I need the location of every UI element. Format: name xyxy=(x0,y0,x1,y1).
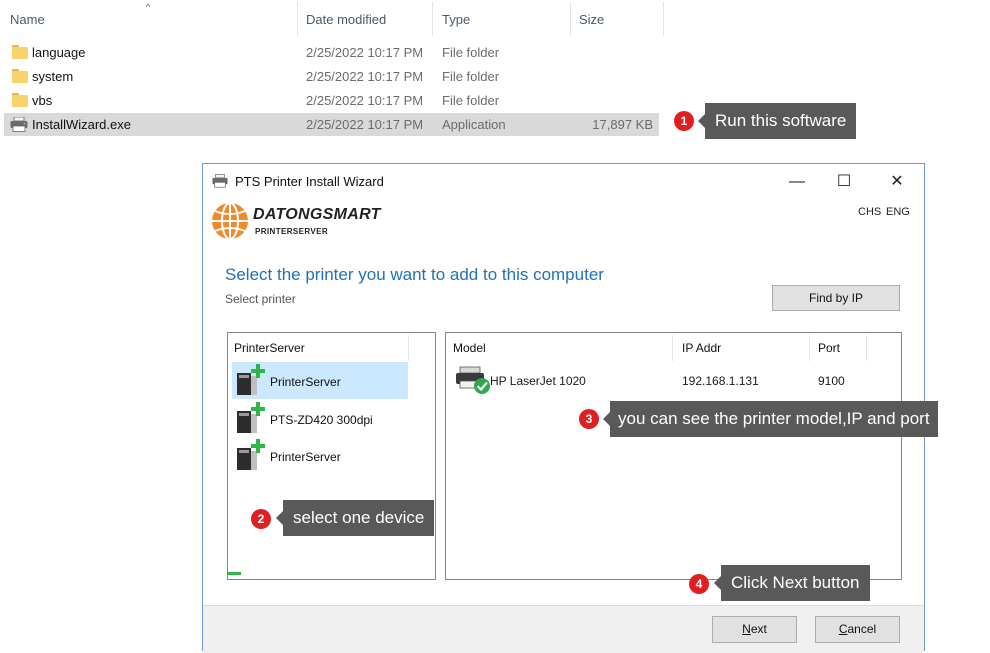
column-type-header[interactable]: Type xyxy=(442,12,470,27)
device-label: PrinterServer xyxy=(270,450,341,464)
close-button[interactable]: ✕ xyxy=(874,168,920,196)
column-divider[interactable] xyxy=(432,2,433,36)
wizard-footer: Next Cancel xyxy=(203,605,924,653)
device-item[interactable]: PrinterServer xyxy=(232,362,408,399)
title-bar[interactable]: PTS Printer Install Wizard — ☐ ✕ xyxy=(203,164,924,198)
file-row[interactable]: language 2/25/2022 10:17 PM File folder xyxy=(4,41,659,64)
column-name-header[interactable]: Name xyxy=(10,12,45,27)
printer-port: 9100 xyxy=(818,374,845,388)
window-title: PTS Printer Install Wizard xyxy=(235,174,384,189)
callout-click-next: Click Next button xyxy=(714,565,870,601)
callout-run-software: Run this software xyxy=(697,103,857,139)
file-row-installwizard[interactable]: InstallWizard.exe 2/25/2022 10:17 PM App… xyxy=(4,113,659,136)
column-divider[interactable] xyxy=(297,2,298,36)
datongsmart-logo-icon xyxy=(212,202,248,240)
folder-icon xyxy=(12,45,28,59)
printer-row[interactable]: HP LaserJet 1020 192.168.1.131 9100 xyxy=(450,365,898,395)
step-badge-4: 4 xyxy=(689,574,709,594)
step-badge-3: 3 xyxy=(579,409,599,429)
ip-column-header[interactable]: IP Addr xyxy=(682,341,721,355)
file-date: 2/25/2022 10:17 PM xyxy=(306,45,424,60)
callout-printer-details: you can see the printer model,IP and por… xyxy=(603,401,938,437)
port-column-header[interactable]: Port xyxy=(818,341,840,355)
lang-chs-link[interactable]: CHS xyxy=(858,206,881,218)
file-name: vbs xyxy=(32,93,53,108)
maximize-button[interactable]: ☐ xyxy=(821,168,867,196)
file-type: File folder xyxy=(442,93,500,108)
model-column-header[interactable]: Model xyxy=(453,341,486,355)
column-divider[interactable] xyxy=(570,2,571,36)
folder-icon xyxy=(12,93,28,107)
file-date: 2/25/2022 10:17 PM xyxy=(306,93,424,108)
sort-caret-icon: ^ xyxy=(146,2,151,12)
file-name: InstallWizard.exe xyxy=(32,117,131,132)
printer-icon xyxy=(212,174,228,188)
printer-server-list[interactable]: PrinterServer PrinterServer PTS-ZD420 30… xyxy=(227,332,436,580)
device-label: PTS-ZD420 300dpi xyxy=(270,413,373,427)
next-label: ext xyxy=(750,622,767,636)
file-name: language xyxy=(32,45,86,60)
column-header-row: ^ Name Date modified Type Size xyxy=(0,0,664,38)
lang-eng-link[interactable]: ENG xyxy=(886,206,910,218)
file-row[interactable]: vbs 2/25/2022 10:17 PM File folder xyxy=(4,89,659,112)
column-size-header[interactable]: Size xyxy=(579,12,604,27)
printer-model: HP LaserJet 1020 xyxy=(490,374,586,388)
cancel-button[interactable]: Cancel xyxy=(815,616,900,643)
printer-list[interactable]: Model IP Addr Port HP LaserJet 1020 192.… xyxy=(445,332,902,580)
page-subheading: Select printer xyxy=(225,292,296,306)
device-item[interactable]: PrinterServer xyxy=(232,437,408,474)
column-divider[interactable] xyxy=(809,335,810,361)
printer-ip: 192.168.1.131 xyxy=(682,374,759,388)
find-by-ip-button[interactable]: Find by IP xyxy=(772,285,900,311)
file-name: system xyxy=(32,69,74,84)
printer-server-add-icon xyxy=(237,364,265,395)
file-date: 2/25/2022 10:17 PM xyxy=(306,117,424,132)
file-date: 2/25/2022 10:17 PM xyxy=(306,69,424,84)
next-accesskey: N xyxy=(742,622,751,636)
column-divider[interactable] xyxy=(672,335,673,361)
callout-select-device: select one device xyxy=(275,500,435,536)
step-badge-1: 1 xyxy=(674,111,694,131)
folder-icon xyxy=(12,69,28,83)
printer-server-add-icon xyxy=(237,402,265,433)
progress-indicator xyxy=(227,572,241,575)
printerserver-column-header[interactable]: PrinterServer xyxy=(234,341,305,355)
device-label: PrinterServer xyxy=(270,375,341,389)
printer-server-add-icon xyxy=(237,439,265,470)
file-size: 17,897 KB xyxy=(592,117,653,132)
file-type: File folder xyxy=(442,45,500,60)
brand-name: DATONGSMART xyxy=(253,206,381,223)
next-button[interactable]: Next xyxy=(712,616,797,643)
page-heading: Select the printer you want to add to th… xyxy=(225,265,604,284)
brand-subtitle: PRINTERSERVER xyxy=(255,227,329,236)
file-type: File folder xyxy=(442,69,500,84)
cancel-label: ancel xyxy=(847,622,877,636)
column-divider[interactable] xyxy=(663,2,664,36)
column-divider[interactable] xyxy=(866,335,867,361)
file-type: Application xyxy=(442,117,506,132)
file-row[interactable]: system 2/25/2022 10:17 PM File folder xyxy=(4,65,659,88)
printer-icon xyxy=(10,117,28,132)
device-item[interactable]: PTS-ZD420 300dpi xyxy=(232,400,408,437)
column-date-header[interactable]: Date modified xyxy=(306,12,386,27)
minimize-button[interactable]: — xyxy=(774,168,820,196)
column-divider[interactable] xyxy=(408,335,409,361)
step-badge-2: 2 xyxy=(251,509,271,529)
printer-ready-icon xyxy=(456,366,490,394)
